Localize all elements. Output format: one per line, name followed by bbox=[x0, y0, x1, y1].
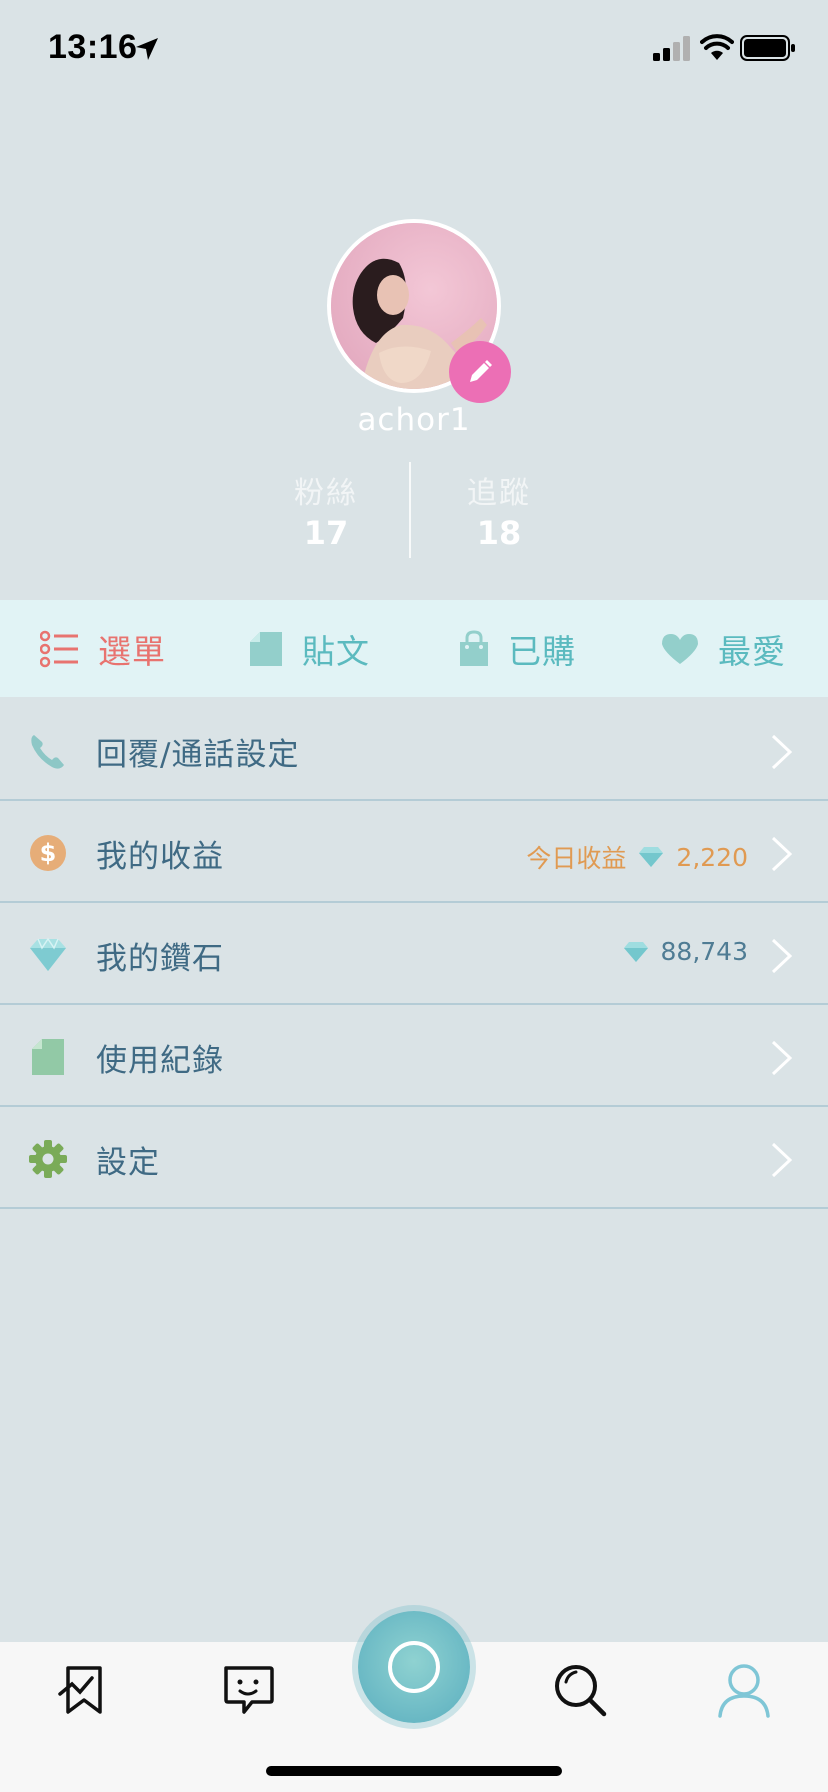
chevron-right-icon bbox=[771, 938, 793, 974]
menu-item-settings[interactable]: 設定 bbox=[0, 1107, 828, 1209]
cellular-signal-icon bbox=[653, 36, 690, 61]
followers-stat[interactable]: 粉絲 17 bbox=[226, 468, 426, 552]
menu-item-reply-call-settings[interactable]: 回覆/通話設定 bbox=[0, 699, 828, 801]
chevron-right-icon bbox=[771, 734, 793, 770]
profile-user-icon[interactable] bbox=[714, 1660, 774, 1720]
diamond-icon bbox=[639, 847, 664, 867]
chevron-right-icon bbox=[771, 1040, 793, 1076]
today-earnings-info: 今日收益 2,220 bbox=[526, 839, 748, 875]
menu-item-my-earnings[interactable]: $ 我的收益 今日收益 2,220 bbox=[0, 801, 828, 903]
followers-count: 17 bbox=[303, 514, 349, 552]
tab-favorites[interactable]: 最愛 bbox=[660, 600, 786, 697]
chevron-right-icon bbox=[771, 1142, 793, 1178]
today-earnings-value: 2,220 bbox=[676, 842, 748, 872]
profile-tab-row: 選單 貼文 已購 最愛 bbox=[0, 600, 828, 697]
chevron-right-icon bbox=[771, 836, 793, 872]
menu-item-label: 我的收益 bbox=[96, 839, 224, 875]
tab-purchased[interactable]: 已購 bbox=[458, 600, 576, 697]
svg-text:$: $ bbox=[40, 839, 57, 867]
status-time: 13:16 bbox=[48, 28, 138, 66]
list-icon bbox=[40, 630, 78, 667]
diamond-balance-info: 88,743 bbox=[623, 937, 748, 966]
menu-item-my-diamonds[interactable]: 我的鑽石 88,743 bbox=[0, 903, 828, 1005]
document-icon bbox=[32, 1039, 64, 1075]
menu-item-label: 我的鑽石 bbox=[96, 941, 224, 977]
tab-favorites-label: 最愛 bbox=[718, 631, 786, 671]
tab-posts-label: 貼文 bbox=[302, 631, 370, 671]
heart-icon bbox=[662, 633, 698, 664]
diamond-icon bbox=[30, 937, 66, 971]
search-icon[interactable] bbox=[550, 1660, 610, 1720]
following-stat[interactable]: 追蹤 18 bbox=[399, 468, 599, 552]
location-arrow-icon bbox=[136, 38, 158, 60]
shopping-bag-icon bbox=[460, 629, 488, 666]
battery-icon bbox=[740, 35, 795, 61]
chat-bubble-icon[interactable] bbox=[218, 1660, 278, 1720]
bookmark-trend-icon[interactable] bbox=[54, 1660, 114, 1720]
tab-posts[interactable]: 貼文 bbox=[248, 600, 370, 697]
tab-menu[interactable]: 選單 bbox=[40, 600, 166, 697]
diamond-balance-value: 88,743 bbox=[660, 937, 748, 966]
menu-item-label: 回覆/通話設定 bbox=[96, 737, 300, 773]
tab-purchased-label: 已購 bbox=[508, 631, 576, 671]
wifi-icon bbox=[700, 34, 734, 60]
pencil-icon bbox=[470, 360, 492, 382]
following-label: 追蹤 bbox=[467, 476, 531, 511]
profile-avatar-container bbox=[327, 219, 511, 403]
menu-item-label: 設定 bbox=[96, 1145, 160, 1181]
menu-item-usage-history[interactable]: 使用紀錄 bbox=[0, 1005, 828, 1107]
status-bar: 13:16 bbox=[0, 0, 828, 100]
edit-avatar-button[interactable] bbox=[449, 341, 511, 403]
profile-username: achor1 bbox=[357, 402, 471, 438]
document-icon bbox=[250, 631, 282, 666]
tab-menu-label: 選單 bbox=[98, 631, 166, 671]
diamond-icon bbox=[623, 941, 648, 962]
followers-label: 粉絲 bbox=[294, 476, 358, 511]
home-indicator bbox=[266, 1766, 562, 1776]
center-action-button[interactable] bbox=[358, 1611, 470, 1723]
today-earnings-label: 今日收益 bbox=[526, 844, 627, 873]
menu-item-label: 使用紀錄 bbox=[96, 1043, 224, 1079]
dollar-coin-icon: $ bbox=[30, 835, 66, 871]
following-count: 18 bbox=[476, 514, 522, 552]
circle-icon bbox=[388, 1641, 440, 1693]
phone-icon bbox=[31, 735, 64, 769]
gear-icon bbox=[29, 1140, 67, 1178]
